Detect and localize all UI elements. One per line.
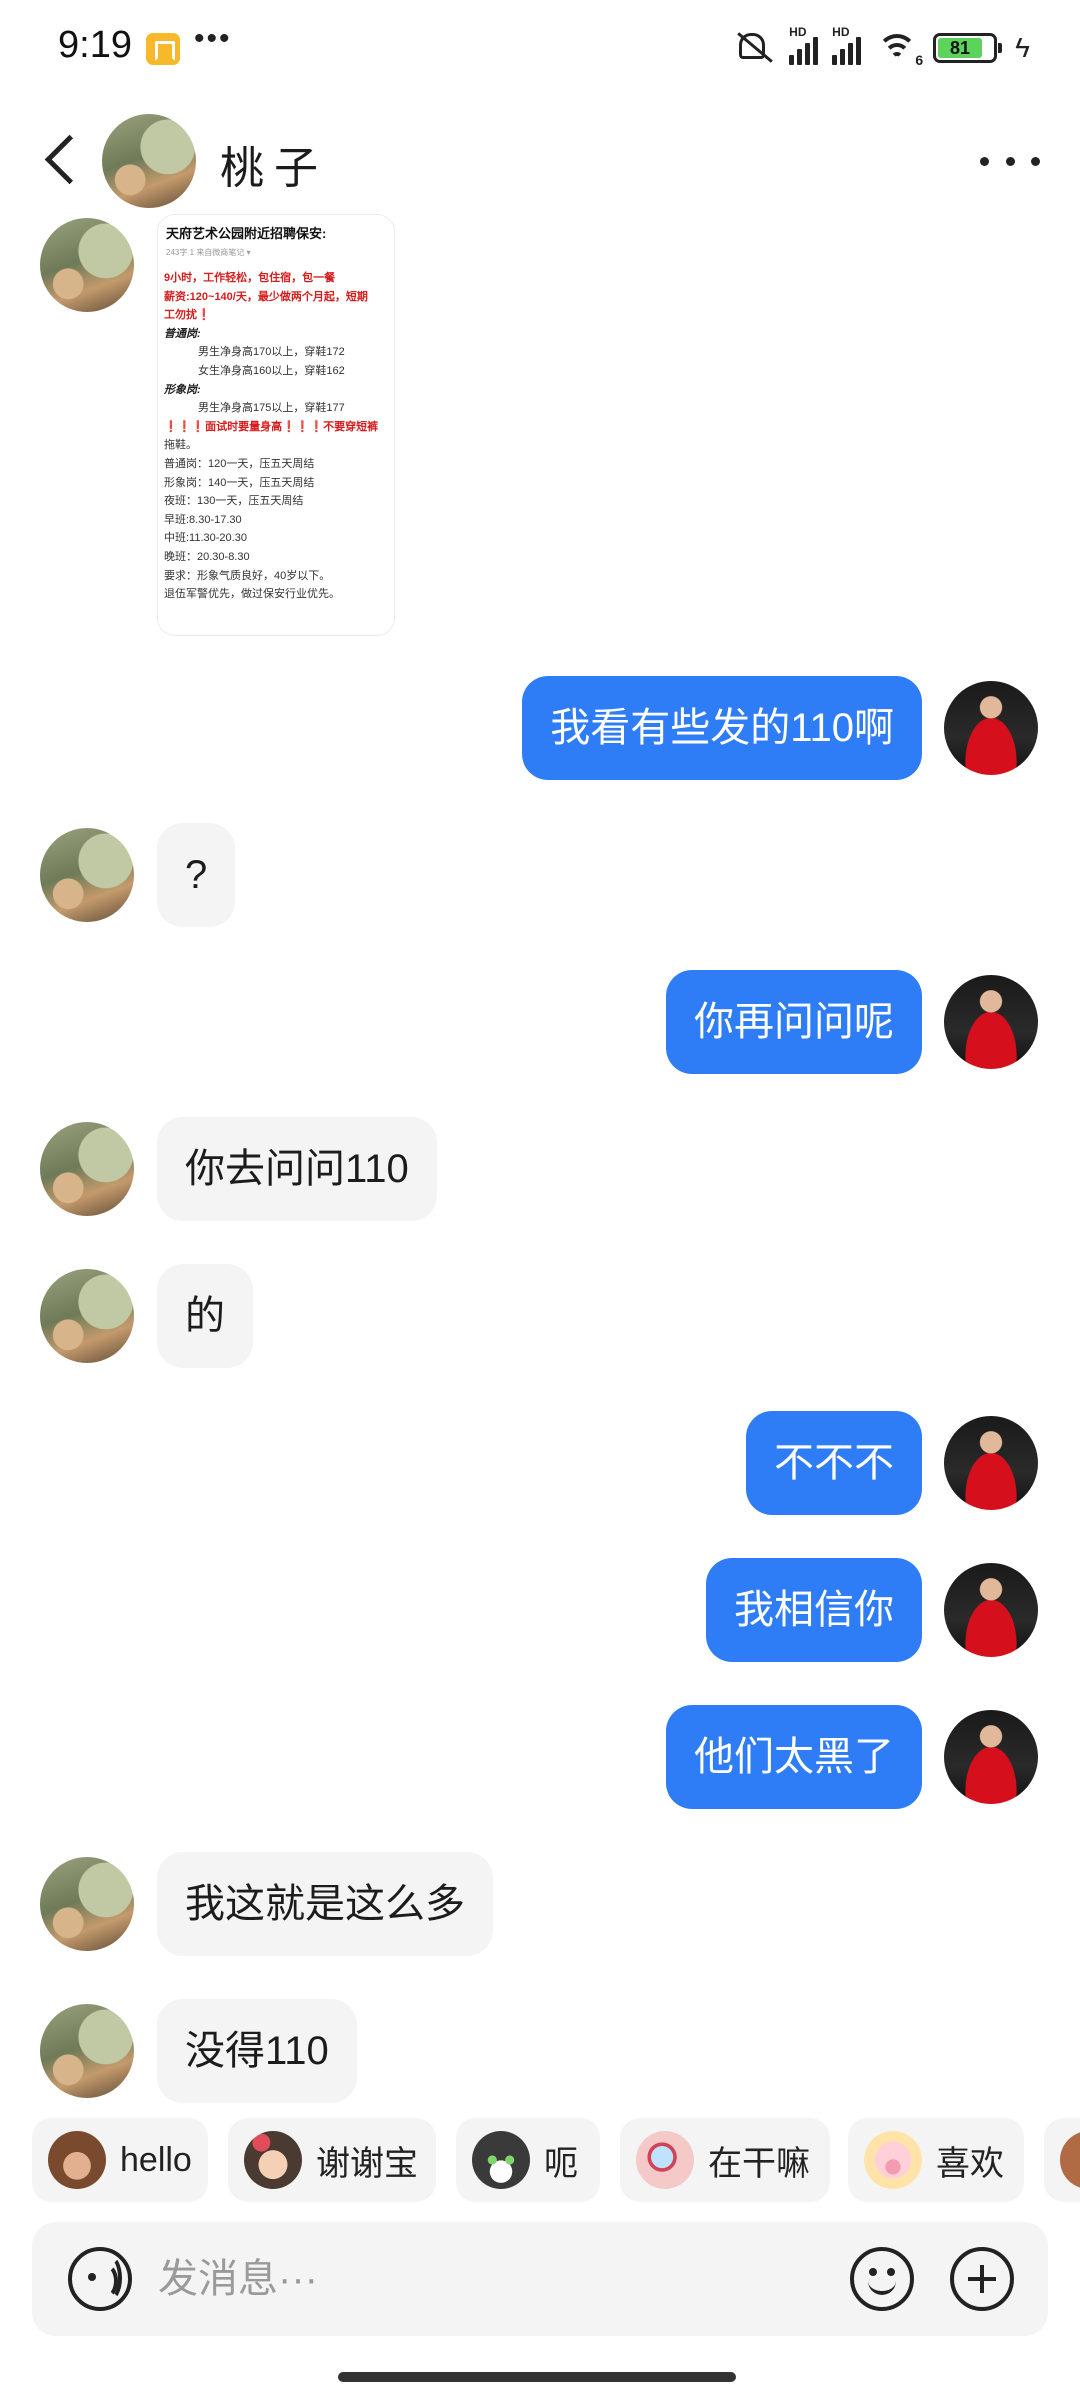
message-row: 他们太黑了: [0, 1705, 1080, 1815]
image-line: 早班:8.30-17.30: [164, 513, 242, 526]
outgoing-message[interactable]: 他们太黑了: [666, 1705, 922, 1809]
image-line: 9小时，工作轻松，包住宿，包一餐: [164, 272, 336, 284]
message-list[interactable]: 天府艺术公园附近招聘保安: 243字 1 来自微商笔记 ▾ 9小时，工作轻松，包…: [0, 210, 1080, 2105]
cat-sticker-icon: [472, 2131, 530, 2189]
home-indicator[interactable]: [338, 2372, 736, 2382]
message-row: 我相信你: [0, 1558, 1080, 1668]
quick-reply-label: 谢谢宝: [316, 2144, 418, 2183]
image-line: 普通岗：120一天，压五天周结: [164, 457, 315, 470]
image-line: 男生净身高170以上，穿鞋172: [198, 346, 345, 359]
notes-app-icon: [146, 33, 180, 65]
message-row: 我看有些发的110啊: [0, 676, 1080, 786]
my-avatar[interactable]: [944, 1416, 1038, 1510]
pig-sticker-icon: [864, 2131, 922, 2189]
signal-hd-label-2: HD: [832, 25, 850, 39]
message-row: ?: [0, 823, 1080, 933]
quick-reply-uh[interactable]: 呃: [456, 2118, 600, 2202]
my-avatar[interactable]: [944, 681, 1038, 775]
contact-name: 桃子: [220, 144, 328, 193]
contact-avatar[interactable]: [40, 218, 134, 312]
charging-icon: ϟ: [1015, 32, 1030, 63]
message-row: 你去问问110: [0, 1117, 1080, 1227]
incoming-message[interactable]: ?: [157, 823, 236, 927]
emoji-icon[interactable]: [850, 2247, 914, 2311]
image-line: 男生净身高175以上，穿鞋177: [198, 402, 345, 415]
sticker-icon: [1060, 2131, 1080, 2189]
image-line: 薪资:120~140/天，最少做两个月起，短期: [164, 290, 368, 303]
voice-icon[interactable]: [68, 2247, 132, 2311]
chat-screen: 9:19 ••• HD HD 6 81 ϟ 桃子 天府艺术公园附近招聘保安: 2…: [0, 0, 1080, 2400]
more-options-button[interactable]: [980, 136, 1040, 186]
battery-icon: 81: [933, 33, 1003, 63]
my-avatar[interactable]: [944, 1563, 1038, 1657]
my-avatar[interactable]: [944, 975, 1038, 1069]
message-row: 我这就是这么多: [0, 1852, 1080, 1962]
image-line: 退伍军警优先，做过保安行业优先。: [164, 588, 340, 601]
incoming-message[interactable]: 你去问问110: [157, 1117, 437, 1221]
outgoing-message[interactable]: 我看有些发的110啊: [522, 676, 922, 780]
shared-image-message[interactable]: 天府艺术公园附近招聘保安: 243字 1 来自微商笔记 ▾ 9小时，工作轻松，包…: [157, 214, 395, 636]
message-row: 没得110: [0, 1999, 1080, 2105]
image-line: 形象岗:: [164, 383, 201, 396]
image-line: 形象岗：140一天，压五天周结: [164, 476, 315, 489]
signal-hd-label-1: HD: [789, 25, 807, 39]
chat-header: 桃子: [0, 96, 1080, 226]
quick-reply-label: hello: [120, 2140, 192, 2179]
status-time: 9:19: [58, 24, 132, 66]
quick-reply-bar[interactable]: hello 谢谢宝 呃 在干嘛 喜欢: [0, 2118, 1080, 2202]
signal-icon-2: HD: [832, 25, 862, 65]
outgoing-message[interactable]: 你再问问呢: [666, 970, 922, 1074]
outgoing-message[interactable]: 不不不: [746, 1411, 922, 1515]
quick-reply-label: 喜欢: [936, 2144, 1004, 2183]
signal-icon-1: HD: [789, 25, 819, 65]
outgoing-message[interactable]: 我相信你: [706, 1558, 922, 1662]
quick-reply-whatsup[interactable]: 在干嘛: [620, 2118, 830, 2202]
mute-icon: [731, 29, 775, 67]
image-line: ❗❗❗面试时要量身高❗❗❗不要穿短裤: [164, 420, 379, 433]
image-line: 普通岗:: [164, 327, 201, 340]
back-button[interactable]: [40, 130, 90, 190]
incoming-message[interactable]: 我这就是这么多: [157, 1852, 493, 1956]
message-row: 不不不: [0, 1411, 1080, 1521]
status-bar: 9:19 ••• HD HD 6 81 ϟ: [0, 0, 1080, 96]
wifi-icon: 6: [875, 30, 923, 68]
contact-avatar[interactable]: [40, 1269, 134, 1363]
image-line: 夜班：130一天，压五天周结: [164, 495, 304, 508]
message-row: 你再问问呢: [0, 970, 1080, 1080]
contact-avatar[interactable]: [40, 828, 134, 922]
image-meta: 243字 1 来自微商笔记 ▾: [166, 248, 251, 257]
quick-reply-thanks[interactable]: 谢谢宝: [228, 2118, 436, 2202]
image-line: 拖鞋。: [164, 439, 197, 452]
monkey-sticker-icon: [48, 2131, 106, 2189]
contact-avatar[interactable]: [40, 1122, 134, 1216]
message-row: 的: [0, 1264, 1080, 1374]
magnifier-sticker-icon: [636, 2131, 694, 2189]
my-avatar[interactable]: [944, 1710, 1038, 1804]
message-input-bar: [32, 2222, 1048, 2336]
status-indicators: HD HD 6 81 ϟ: [731, 25, 1030, 68]
quick-reply-label: 在干嘛: [708, 2144, 810, 2183]
quick-reply-label: 呃: [544, 2144, 578, 2183]
more-notifications-icon: •••: [194, 22, 232, 55]
image-title: 天府艺术公园附近招聘保安:: [166, 226, 327, 241]
incoming-message[interactable]: 的: [157, 1264, 253, 1368]
battery-level: 81: [938, 38, 982, 58]
girl-sticker-icon: [244, 2131, 302, 2189]
quick-reply-like[interactable]: 喜欢: [848, 2118, 1024, 2202]
message-row: 天府艺术公园附近招聘保安: 243字 1 来自微商笔记 ▾ 9小时，工作轻松，包…: [0, 210, 1080, 640]
wifi-generation-label: 6: [915, 52, 924, 68]
contact-avatar[interactable]: [102, 114, 196, 208]
plus-circle-icon[interactable]: [950, 2247, 1014, 2311]
quick-reply-more[interactable]: [1044, 2118, 1080, 2202]
image-line: 女生净身高160以上，穿鞋162: [198, 364, 345, 377]
image-line: 晚班：20.30-8.30: [164, 550, 250, 563]
contact-avatar[interactable]: [40, 2004, 134, 2098]
incoming-message[interactable]: 没得110: [157, 1999, 357, 2103]
message-input[interactable]: [158, 2250, 758, 2308]
quick-reply-hello[interactable]: hello: [32, 2118, 208, 2202]
image-line: 要求：形象气质良好，40岁以下。: [164, 569, 331, 582]
image-line: 工勿扰❗: [164, 309, 211, 322]
image-line: 中班:11.30-20.30: [164, 532, 247, 545]
contact-avatar[interactable]: [40, 1857, 134, 1951]
